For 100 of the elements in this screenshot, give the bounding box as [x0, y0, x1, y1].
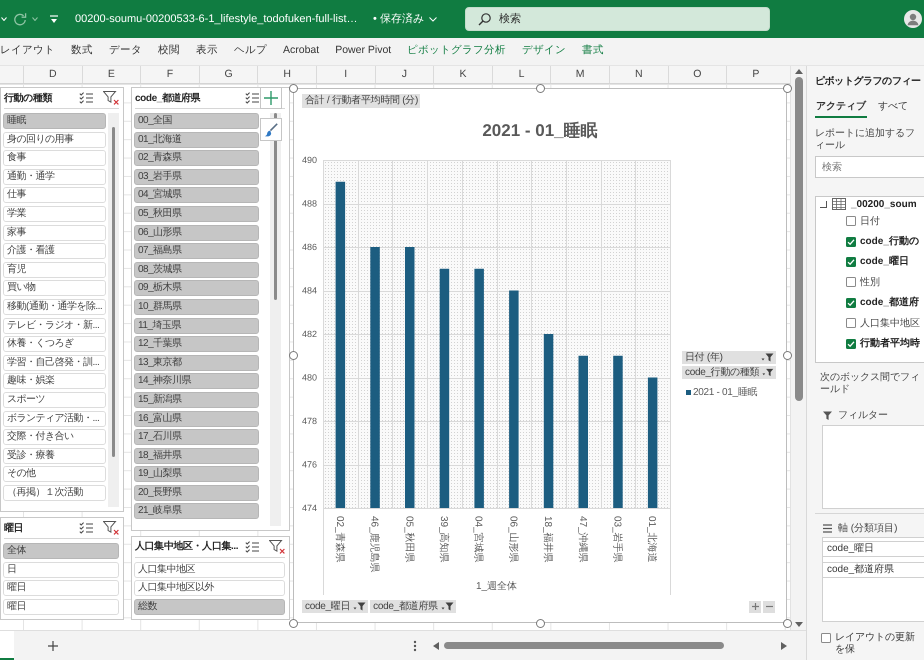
column-header[interactable]: J [374, 66, 434, 83]
multi-select-icon[interactable] [245, 540, 259, 553]
resize-handle[interactable] [536, 618, 544, 628]
vertical-dots-icon[interactable] [413, 640, 417, 652]
clear-filter-icon[interactable] [103, 91, 119, 105]
slicer-item[interactable]: 人口集中地区以外 [134, 580, 285, 596]
slicer-item[interactable]: 02_青森県 [134, 150, 259, 166]
add-sheet-button[interactable] [46, 638, 60, 652]
slicer-item[interactable]: 14_神奈川県 [134, 373, 259, 390]
multi-select-icon[interactable] [79, 92, 93, 104]
slicer-item[interactable]: 人口集中地区 [134, 562, 285, 578]
checkbox[interactable] [846, 256, 856, 267]
slicer-item[interactable]: 05_秋田県 [134, 206, 259, 222]
slicer-item[interactable]: 食事 [3, 150, 106, 166]
slicer-item[interactable]: 仕事 [3, 187, 106, 204]
slicer-item[interactable]: スポーツ [3, 392, 106, 408]
column-header[interactable]: M [550, 66, 609, 83]
slicer-item[interactable]: 受診・療養 [3, 448, 106, 464]
ribbon-tab[interactable]: ピボットグラフ分析 [407, 38, 506, 64]
slicer-item[interactable]: 13_東京都 [134, 354, 259, 371]
slicer-item[interactable]: 19_山梨県 [134, 466, 259, 482]
slicer-item[interactable]: 18_福井県 [134, 448, 259, 464]
slicer-item[interactable]: 20_長野県 [134, 484, 259, 501]
field-label[interactable]: code_行動の [860, 234, 919, 250]
slicer-item[interactable]: 08_茨城県 [134, 262, 259, 278]
collapse-button[interactable] [763, 600, 775, 612]
checkbox[interactable] [821, 633, 831, 643]
slicer-item[interactable]: 睡眠 [3, 113, 106, 129]
multi-select-icon[interactable] [245, 92, 259, 104]
slicer-item[interactable]: 12_千葉県 [134, 336, 259, 352]
scroll-right-icon[interactable] [781, 642, 787, 650]
checkbox[interactable] [846, 338, 856, 349]
area-field-item[interactable]: code_都道府県 [823, 562, 924, 578]
scroll-thumb[interactable] [444, 642, 724, 649]
field-label[interactable]: code_曜日 [860, 254, 909, 270]
scroll-thumb[interactable] [112, 127, 115, 457]
slicer-item[interactable]: 15_新潟県 [134, 392, 259, 408]
pane-tab[interactable]: アクティブ [815, 96, 867, 118]
resize-handle[interactable] [288, 618, 298, 628]
slicer-item[interactable]: 家事 [3, 224, 106, 241]
vertical-scrollbar[interactable] [790, 66, 806, 630]
ribbon-tab[interactable]: 表示 [196, 38, 218, 64]
checkbox[interactable] [846, 298, 856, 308]
expand-button[interactable] [749, 600, 761, 612]
slicer-item[interactable]: 総数 [134, 599, 285, 615]
slicer-item[interactable]: 通勤・通学 [3, 168, 106, 185]
caret-icon[interactable] [32, 17, 38, 21]
slicer-item[interactable]: 07_福島県 [134, 243, 259, 260]
chart-styles-button[interactable] [260, 118, 282, 141]
scrollbar[interactable] [270, 113, 281, 526]
column-header[interactable]: E [82, 66, 140, 83]
checkbox[interactable] [846, 318, 856, 328]
field-label[interactable]: 性別 [860, 274, 880, 290]
axis-drop-area[interactable]: code_曜日 code_都道府県 [822, 537, 924, 622]
ribbon-tab[interactable]: レイアウト [0, 38, 55, 64]
ribbon-tab[interactable]: データ [109, 38, 142, 64]
field-label[interactable]: 行動者平均時 [860, 336, 920, 352]
ribbon-tab[interactable]: 校閲 [158, 38, 180, 64]
slicer-item[interactable]: 休養・くつろぎ [3, 336, 106, 352]
scroll-down-icon[interactable] [794, 622, 802, 627]
field-label[interactable]: 人口集中地区 [860, 316, 920, 331]
slicer-item[interactable]: 身の回りの用事 [3, 132, 106, 148]
slicer-item[interactable]: 16_富山県 [134, 410, 259, 426]
search-field[interactable]: 検索 [465, 7, 770, 31]
slicer-item[interactable]: 09_栃木県 [134, 280, 259, 296]
checkbox-label[interactable]: レイアウトの更新を保 [835, 632, 922, 656]
slicer-item[interactable]: 11_埼玉県 [134, 318, 259, 334]
avatar-icon[interactable] [904, 10, 922, 28]
slicer-item[interactable]: 曜日 [3, 580, 119, 596]
clear-filter-icon[interactable] [103, 521, 119, 536]
ribbon-tab[interactable]: Power Pivot [335, 38, 392, 64]
ribbon-tab[interactable]: 書式 [582, 38, 604, 64]
field-label[interactable]: 日付 [860, 214, 880, 229]
slicer-item[interactable]: 交際・付き合い [3, 429, 106, 446]
column-header[interactable]: K [433, 66, 492, 83]
field-button[interactable]: code_都道府県 [370, 600, 456, 613]
ribbon-tab[interactable]: デザイン [522, 38, 566, 64]
column-header[interactable]: P [726, 66, 785, 83]
area-field-item[interactable]: code_曜日 [823, 541, 924, 557]
scroll-thumb[interactable] [794, 77, 802, 401]
field-label[interactable]: code_都道府 [860, 295, 919, 310]
scroll-up-icon[interactable] [794, 69, 802, 74]
slicer-item[interactable]: 買い物 [3, 280, 106, 296]
resize-handle[interactable] [782, 618, 792, 628]
ribbon-tab[interactable]: ヘルプ [234, 38, 267, 64]
column-header[interactable]: D [23, 66, 82, 83]
customize-toolbar-icon[interactable] [50, 14, 58, 24]
checkbox[interactable] [846, 277, 856, 288]
scrollbar[interactable] [108, 113, 119, 508]
save-status-button[interactable]: • 保存済み [373, 10, 437, 28]
checkbox[interactable] [846, 236, 856, 247]
column-header[interactable]: L [492, 66, 550, 83]
field-button[interactable]: 日付 (年) [682, 351, 776, 364]
search-field[interactable]: 検索 [815, 156, 924, 178]
field-button[interactable]: code_行動の種類 [682, 366, 776, 379]
slicer-item[interactable]: 21_岐阜県 [134, 503, 259, 520]
ribbon-tab[interactable]: Acrobat [283, 38, 320, 64]
slicer-item[interactable]: 17_石川県 [134, 429, 259, 446]
multi-select-icon[interactable] [79, 522, 93, 534]
column-header[interactable]: O [668, 66, 726, 83]
